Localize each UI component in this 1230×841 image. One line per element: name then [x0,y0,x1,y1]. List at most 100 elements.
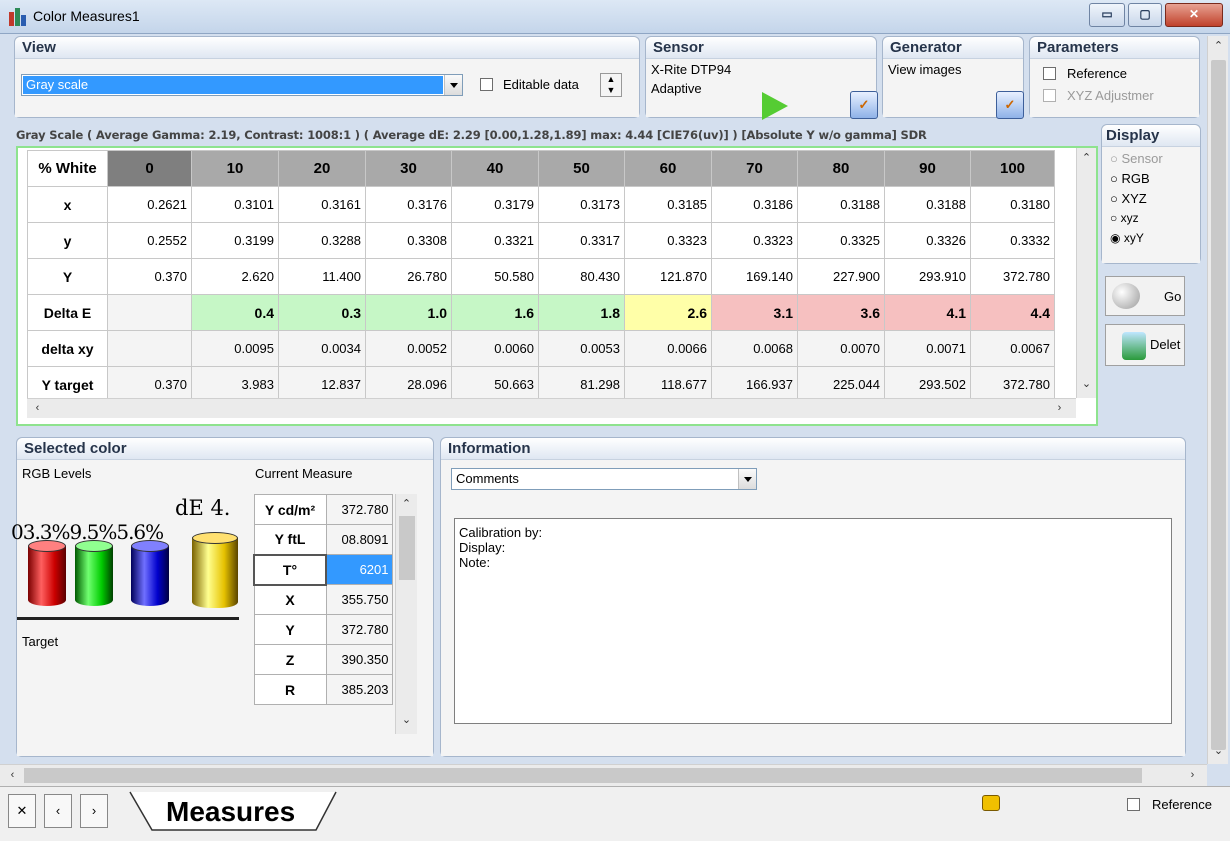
editable-data-spinner[interactable]: ▲ ▼ [600,73,622,97]
grid-cell[interactable]: 0.3323 [711,222,798,259]
display-option-xyy[interactable]: ◉ xyY [1110,231,1144,245]
measure-value[interactable]: 390.350 [325,644,393,675]
grid-cell[interactable]: 0.3332 [970,222,1055,259]
grid-cell[interactable]: 227.900 [797,258,885,295]
play-measure-icon[interactable] [762,92,788,120]
go-button[interactable]: Go [1105,276,1185,316]
grid-col-header[interactable]: 20 [278,150,366,187]
footer-reference-checkbox[interactable] [1127,798,1140,811]
scroll-thumb[interactable] [24,768,1142,783]
grid-cell[interactable]: 121.870 [624,258,712,295]
close-window-button[interactable]: ✕ [1165,3,1223,27]
xyz-adjust-checkbox[interactable] [1043,89,1056,102]
grid-cell[interactable]: 0.3321 [451,222,539,259]
scroll-up-icon[interactable]: ⌃ [1078,150,1095,167]
grid-cell[interactable]: 0.3325 [797,222,885,259]
grid-col-header[interactable]: 80 [797,150,885,187]
grid-cell[interactable]: 0.3185 [624,186,712,223]
main-vertical-scrollbar[interactable]: ⌃ ⌄ [1207,36,1228,764]
previous-tab-button[interactable]: ‹ [44,794,72,828]
grid-cell[interactable]: 0.3180 [970,186,1055,223]
grid-col-header[interactable]: 10 [191,150,279,187]
generator-config-icon[interactable]: ✓ [996,91,1024,119]
comments-textarea[interactable]: Calibration by: Display: Note: [454,518,1172,724]
grid-cell[interactable]: 0.0053 [538,330,625,367]
chevron-down-icon[interactable] [738,469,756,489]
grid-cell[interactable]: 0.3 [278,294,366,331]
editable-data-checkbox[interactable] [480,78,493,91]
grid-cell[interactable]: 0.3173 [538,186,625,223]
grid-cell[interactable]: 0.0095 [191,330,279,367]
grid-cell[interactable] [107,294,192,331]
grid-cell[interactable]: 0.3323 [624,222,712,259]
grid-cell[interactable]: 50.580 [451,258,539,295]
grid-cell[interactable]: 0.0052 [365,330,452,367]
delete-button[interactable]: Delet [1105,324,1185,366]
grid-col-header[interactable]: 30 [365,150,452,187]
scroll-up-icon[interactable]: ⌃ [398,496,415,513]
minimize-button[interactable]: ▭ [1089,3,1125,27]
chevron-down-icon[interactable] [444,75,462,95]
grid-cell[interactable]: 0.0068 [711,330,798,367]
scroll-thumb[interactable] [399,516,415,580]
display-option-xyz-lower[interactable]: ○ xyz [1110,211,1139,225]
grid-cell[interactable]: 0.3101 [191,186,279,223]
grid-cell[interactable]: 0.0060 [451,330,539,367]
display-option-sensor[interactable]: ○ Sensor [1110,151,1163,166]
grid-cell[interactable]: 1.6 [451,294,539,331]
grid-vertical-scrollbar[interactable]: ⌃ ⌄ [1076,148,1096,398]
grid-cell[interactable]: 1.8 [538,294,625,331]
grid-cell[interactable]: 0.3179 [451,186,539,223]
display-option-xyz[interactable]: ○ XYZ [1110,191,1147,206]
information-select[interactable]: Comments [451,468,757,490]
scroll-down-icon[interactable]: ⌄ [1210,743,1227,760]
display-option-rgb[interactable]: ○ RGB [1110,171,1150,186]
grid-cell[interactable]: 3.6 [797,294,885,331]
scroll-right-icon[interactable]: › [1051,400,1068,417]
grid-horizontal-scrollbar[interactable]: ‹ › [27,398,1076,418]
grid-cell[interactable]: 0.3188 [884,186,971,223]
grid-cell[interactable]: 0.3317 [538,222,625,259]
grid-cell[interactable] [107,330,192,367]
grid-cell[interactable]: 0.3308 [365,222,452,259]
grid-cell[interactable]: 372.780 [970,258,1055,295]
grid-cell[interactable]: 0.3186 [711,186,798,223]
maximize-button[interactable]: ▢ [1128,3,1162,27]
measure-value[interactable]: 372.780 [325,614,393,645]
scroll-thumb[interactable] [1211,60,1226,750]
measure-value[interactable]: 355.750 [325,584,393,615]
grid-cell[interactable]: 0.3161 [278,186,366,223]
grid-cell[interactable]: 0.3199 [191,222,279,259]
grid-col-header[interactable]: 60 [624,150,712,187]
grid-col-header[interactable]: 70 [711,150,798,187]
measure-value[interactable]: 372.780 [325,494,393,525]
grid-cell[interactable]: 0.0067 [970,330,1055,367]
grid-cell[interactable]: 293.910 [884,258,971,295]
grid-cell[interactable]: 11.400 [278,258,366,295]
measure-value[interactable]: 08.8091 [325,524,393,555]
grid-cell[interactable]: 3.1 [711,294,798,331]
close-tab-button[interactable]: ✕ [8,794,36,828]
main-horizontal-scrollbar[interactable]: ‹ › [0,764,1207,786]
grid-col-header[interactable]: 90 [884,150,971,187]
grid-cell[interactable]: 4.1 [884,294,971,331]
measure-scrollbar[interactable]: ⌃ ⌄ [395,494,417,734]
scroll-down-icon[interactable]: ⌄ [398,712,415,729]
scroll-up-icon[interactable]: ⌃ [1210,38,1227,55]
grid-cell[interactable]: 0.370 [107,258,192,295]
grid-cell[interactable]: 0.3176 [365,186,452,223]
grid-cell[interactable]: 169.140 [711,258,798,295]
scroll-down-icon[interactable]: ⌄ [1078,376,1095,393]
grid-col-header[interactable]: 50 [538,150,625,187]
grid-cell[interactable]: 0.0070 [797,330,885,367]
scroll-left-icon[interactable]: ‹ [29,400,46,417]
grid-cell[interactable]: 0.2621 [107,186,192,223]
view-mode-select[interactable]: Gray scale [21,74,463,96]
grid-cell[interactable]: 0.0034 [278,330,366,367]
grid-cell[interactable]: 0.3326 [884,222,971,259]
next-tab-button[interactable]: › [80,794,108,828]
measure-value[interactable]: 385.203 [325,674,393,705]
grid-cell[interactable]: 2.6 [624,294,712,331]
grid-col-header[interactable]: 0 [107,150,192,187]
reference-checkbox[interactable] [1043,67,1056,80]
